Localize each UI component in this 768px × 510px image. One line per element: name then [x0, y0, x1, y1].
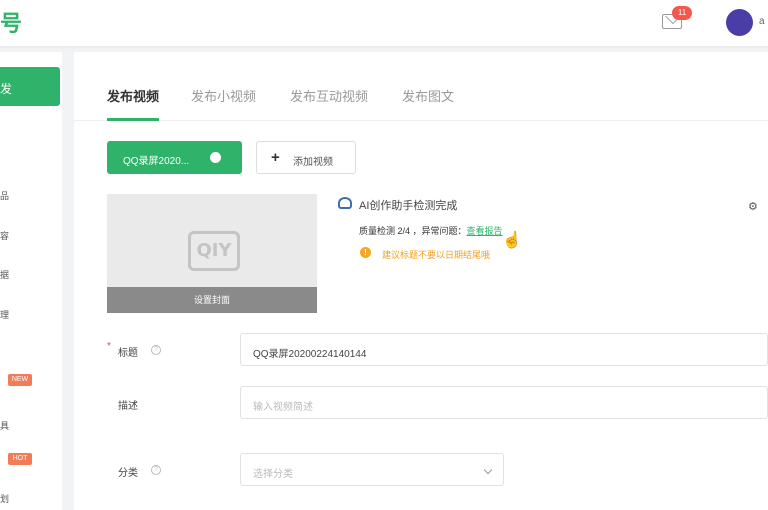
category-label: 分类	[118, 468, 138, 479]
sidebar-item-publish[interactable]: 发	[0, 67, 60, 106]
set-cover-button[interactable]: 设置封面	[107, 287, 317, 313]
hand-cursor-icon: ☝	[502, 232, 522, 249]
video-cover[interactable]: QIY 设置封面	[107, 194, 317, 313]
hot-badge: HOT	[8, 453, 32, 465]
help-icon[interactable]: ?	[151, 345, 161, 355]
active-tab-indicator	[107, 118, 159, 121]
publish-panel: 发布视频 发布小视频 发布互动视频 发布图文 QQ录屏2020... + 添加视…	[74, 52, 768, 510]
add-video-button[interactable]: + 添加视频	[256, 141, 356, 174]
category-placeholder: 选择分类	[253, 469, 293, 480]
category-select[interactable]: 选择分类	[240, 453, 504, 486]
warning-icon: !	[360, 247, 371, 258]
view-report-link[interactable]: 查看报告	[467, 226, 503, 236]
ai-assistant-icon	[338, 197, 352, 209]
required-asterisk: *	[107, 341, 111, 352]
tab-publish-interactive-video[interactable]: 发布互动视频	[290, 86, 368, 105]
sidebar: 发 品 容 据 理 NEW 具 HOT 划	[0, 52, 62, 510]
sidebar-item-plan[interactable]: 划	[0, 492, 9, 505]
sidebar-item-label: 发	[0, 82, 13, 96]
tab-bar: 发布视频 发布小视频 发布互动视频 发布图文	[74, 52, 768, 121]
title-label: 标题	[118, 348, 138, 359]
description-label: 描述	[118, 401, 138, 412]
gear-icon[interactable]: ⚙	[748, 200, 758, 213]
sidebar-item-data[interactable]: 据	[0, 268, 9, 281]
title-input[interactable]: QQ录屏20200224140144	[240, 333, 768, 366]
site-logo[interactable]: 号	[0, 6, 22, 38]
chevron-down-icon	[483, 465, 493, 475]
help-icon[interactable]: ?	[151, 465, 161, 475]
sidebar-item-tools[interactable]: 具	[0, 419, 9, 432]
sidebar-item-works[interactable]: 品	[0, 189, 9, 202]
quality-check-line: 质量检测 2/4 ，异常问题：查看报告	[359, 224, 503, 237]
username-label[interactable]: a	[759, 16, 765, 27]
add-video-label: 添加视频	[293, 157, 333, 168]
tab-publish-video[interactable]: 发布视频	[107, 86, 159, 105]
tab-publish-short-video[interactable]: 发布小视频	[191, 86, 256, 105]
qiyi-logo: QIY	[188, 231, 240, 271]
new-badge: NEW	[8, 374, 32, 386]
plus-icon: +	[271, 149, 280, 166]
tab-publish-article[interactable]: 发布图文	[402, 86, 454, 105]
file-name: QQ录屏2020...	[123, 156, 190, 167]
description-input[interactable]: 输入视频简述	[240, 386, 768, 419]
avatar[interactable]	[726, 9, 753, 36]
sidebar-item-manage[interactable]: 理	[0, 308, 9, 321]
sidebar-item-content[interactable]: 容	[0, 229, 9, 242]
uploaded-file-button[interactable]: QQ录屏2020...	[107, 141, 242, 174]
ai-check-title: AI创作助手检测完成	[359, 200, 458, 212]
top-header: 号 11 a	[0, 0, 768, 46]
warning-text: 建议标题不要以日期结尾哦	[382, 250, 491, 260]
status-dot-icon	[210, 152, 221, 163]
quality-check-text: 质量检测 2/4 ，异常问题：	[359, 226, 467, 236]
notification-badge: 11	[672, 6, 692, 20]
